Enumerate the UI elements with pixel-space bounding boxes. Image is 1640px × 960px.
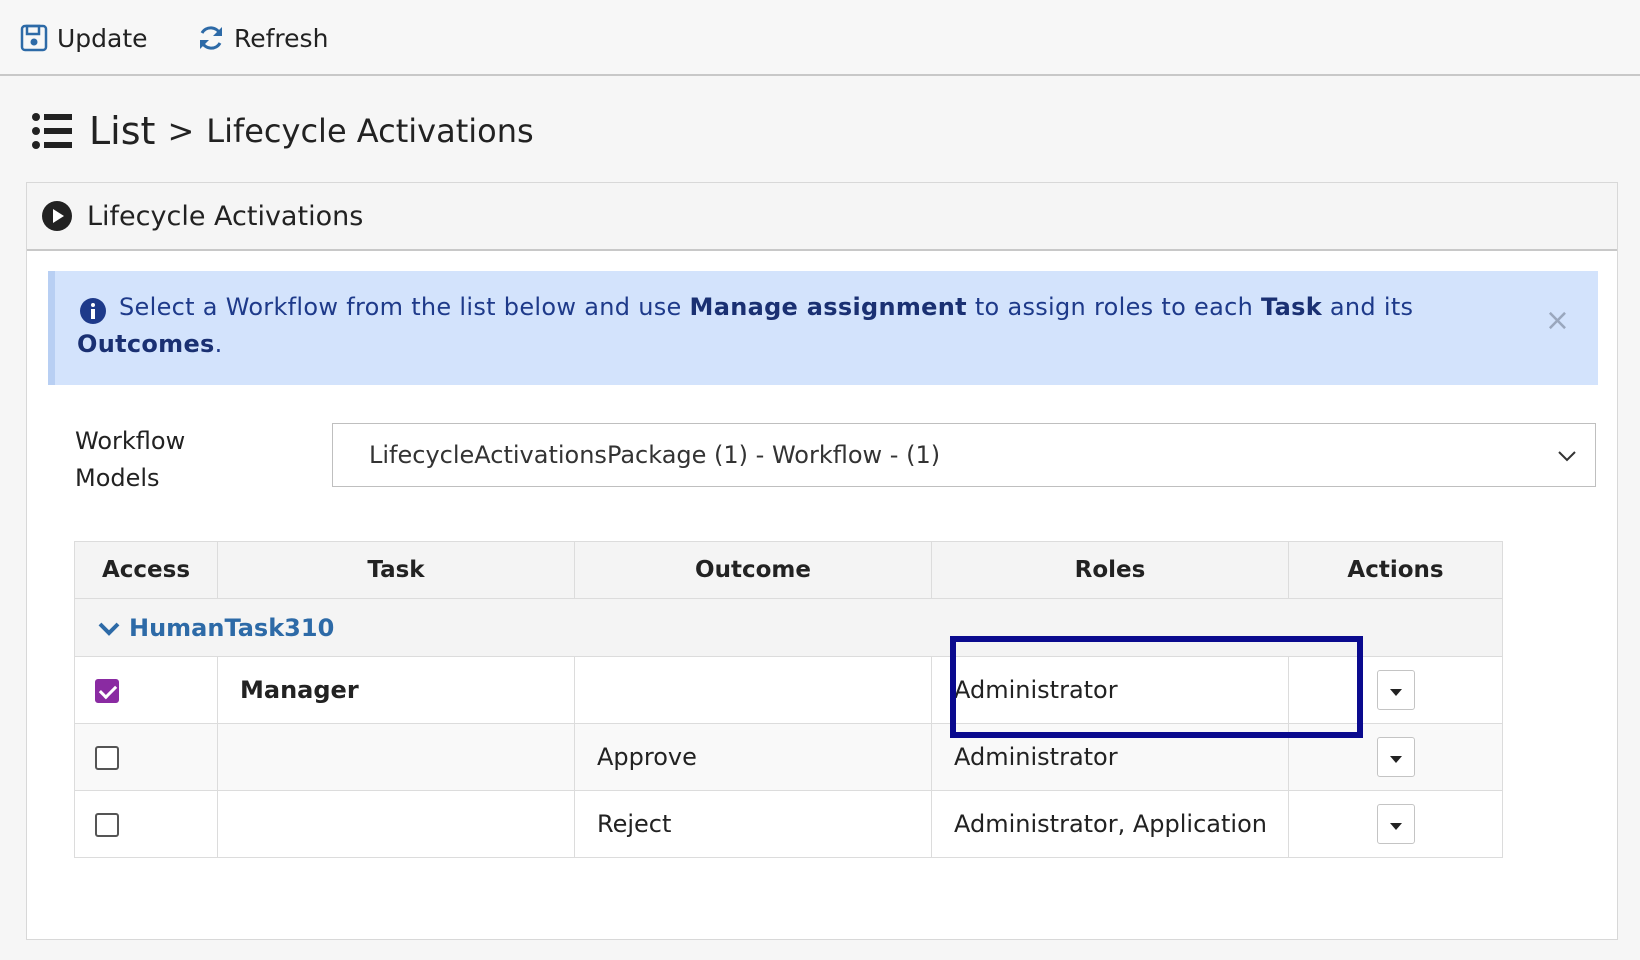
alert-text-part: . — [214, 330, 223, 358]
breadcrumb-separator: > — [167, 112, 195, 150]
col-header-outcome: Outcome — [574, 541, 932, 599]
breadcrumb-list-link[interactable]: List — [89, 109, 155, 153]
table-row: Reject Administrator, Application — [74, 790, 1503, 858]
alert-text: Select a Workflow from the list below an… — [77, 289, 1497, 363]
refresh-button[interactable]: Refresh — [196, 20, 328, 56]
info-alert: Select a Workflow from the list below an… — [48, 271, 1598, 385]
alert-text-part: and its — [1321, 293, 1414, 321]
lifecycle-panel: Lifecycle Activations Select a Workflow … — [26, 182, 1618, 940]
task-cell — [217, 723, 575, 791]
roles-cell: Administrator, Application — [931, 790, 1289, 858]
chevron-down-icon — [98, 622, 120, 636]
toolbar: Update Refresh — [0, 0, 1640, 76]
alert-text-part: to assign roles to each — [966, 293, 1262, 321]
activations-table: Access Task Outcome Roles Actions HumanT… — [74, 541, 1503, 858]
group-label: HumanTask310 — [129, 613, 335, 642]
panel-header: Lifecycle Activations — [27, 183, 1617, 251]
group-row[interactable]: HumanTask310 — [74, 598, 1503, 657]
panel-title: Lifecycle Activations — [87, 200, 364, 232]
alert-bold-task: Task — [1261, 293, 1322, 321]
group-toggle[interactable]: HumanTask310 — [74, 598, 1503, 657]
outcome-cell: Approve — [574, 723, 932, 791]
col-header-task: Task — [217, 541, 575, 599]
actions-cell — [1288, 656, 1503, 724]
workflow-models-label: Workflow Models — [75, 427, 186, 492]
alert-text-part: Select a Workflow from the list below an… — [119, 293, 690, 321]
outcome-cell: Reject — [574, 790, 932, 858]
access-checkbox[interactable] — [95, 679, 119, 703]
refresh-label: Refresh — [234, 23, 329, 53]
roles-cell: Administrator — [931, 656, 1289, 724]
actions-cell — [1288, 723, 1503, 791]
alert-bold-manage-assignment: Manage assignment — [689, 293, 967, 321]
roles-cell: Administrator — [931, 723, 1289, 791]
outcome-cell — [574, 656, 932, 724]
col-header-access: Access — [74, 541, 218, 599]
access-checkbox[interactable] — [95, 746, 119, 770]
task-cell: Manager — [217, 656, 575, 724]
col-header-actions: Actions — [1288, 541, 1503, 599]
update-button[interactable]: Update — [19, 20, 148, 56]
breadcrumb-current: Lifecycle Activations — [206, 112, 534, 150]
breadcrumb: List > Lifecycle Activations — [31, 108, 534, 154]
list-icon — [31, 112, 73, 150]
col-header-roles: Roles — [931, 541, 1289, 599]
actions-cell — [1288, 790, 1503, 858]
access-cell — [74, 723, 218, 791]
task-cell — [217, 790, 575, 858]
access-checkbox[interactable] — [95, 813, 119, 837]
table-row: Approve Administrator — [74, 723, 1503, 791]
update-label: Update — [57, 23, 148, 53]
refresh-icon — [196, 23, 226, 53]
table-header-row: Access Task Outcome Roles Actions — [74, 541, 1503, 599]
access-cell — [74, 656, 218, 724]
chevron-down-icon — [1558, 451, 1576, 462]
actions-dropdown-button[interactable] — [1376, 670, 1415, 710]
table-row: Manager Administrator — [74, 656, 1503, 724]
workflow-selected-value: LifecycleActivationsPackage (1) - Workfl… — [369, 441, 941, 469]
alert-bold-outcomes: Outcomes — [77, 330, 215, 358]
access-cell — [74, 790, 218, 858]
actions-dropdown-button[interactable] — [1376, 804, 1415, 844]
alert-close-button[interactable]: × — [1545, 303, 1570, 338]
workflow-models-select[interactable]: LifecycleActivationsPackage (1) - Workfl… — [332, 423, 1596, 487]
actions-dropdown-button[interactable] — [1376, 737, 1415, 777]
save-icon — [19, 23, 49, 53]
play-circle-icon — [41, 200, 73, 232]
